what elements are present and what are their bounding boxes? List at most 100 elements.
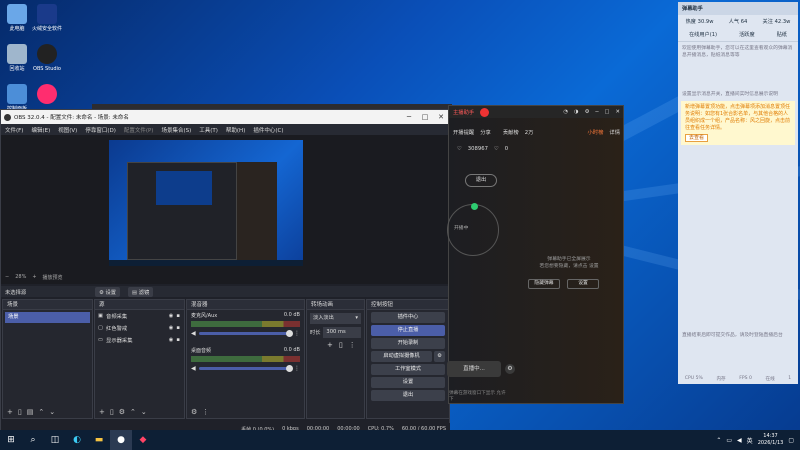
windows-start-icon[interactable]: ⊞ (0, 430, 22, 450)
add-icon[interactable]: + (7, 408, 13, 416)
lock-icon[interactable]: ▪ (176, 337, 180, 343)
menu-docks[interactable]: 停靠窗口(D) (81, 126, 120, 134)
duration-input[interactable]: 300 ms (323, 327, 361, 338)
studio-mode-button[interactable]: 工作室模式 (371, 364, 445, 375)
menu-file[interactable]: 文件(F) (1, 126, 27, 134)
gear-icon[interactable]: ⚙ (191, 408, 197, 416)
filter-icon[interactable]: ▤ (27, 408, 34, 416)
bell-icon[interactable]: ◔ (563, 109, 568, 115)
add-icon[interactable]: + (99, 408, 105, 416)
menu-scene-collection[interactable]: 场景集合(S) (157, 126, 195, 134)
menu-help[interactable]: 帮助(H) (222, 126, 249, 134)
eye-icon[interactable]: ◉ (169, 313, 174, 319)
settings-button[interactable]: 设置 (371, 377, 445, 388)
slider-handle[interactable] (286, 365, 293, 372)
volume-icon[interactable]: ◀ (737, 437, 742, 444)
virtual-camera-button[interactable]: 启动虚拟摄像机 (371, 351, 432, 362)
stop-streaming-button[interactable]: 停止直播 (371, 325, 445, 336)
task-view-icon[interactable]: ◫ (44, 430, 66, 450)
lock-icon[interactable]: ▪ (176, 313, 180, 319)
live-tab[interactable]: 详情 (609, 128, 623, 136)
maximize-icon[interactable]: □ (605, 109, 610, 115)
minimize-icon[interactable]: ─ (595, 109, 598, 115)
slider-handle[interactable] (286, 330, 293, 337)
menu-profile[interactable]: 配置文件(P) (120, 126, 158, 134)
hide-danmaku-button[interactable]: 隐藏弹幕 (528, 279, 560, 289)
filters-button[interactable]: ▤ 滤镜 (128, 286, 154, 297)
live-tab[interactable]: 2万 (525, 128, 534, 136)
tray-chevron-icon[interactable]: ⌃ (716, 437, 721, 444)
live-tab[interactable]: 小时榜 (587, 128, 603, 136)
track-menu-icon[interactable]: ⋮ (294, 330, 300, 337)
live-tab[interactable]: 贡献榜 (503, 128, 519, 136)
live-tab[interactable]: 分享 (480, 128, 491, 136)
panel-tab-activity[interactable]: 活跃度 (739, 31, 755, 38)
plugin-center-button[interactable]: 插件中心 (371, 312, 445, 323)
settings-icon[interactable]: ⚙ (585, 109, 590, 115)
live-tab[interactable]: 开播提醒 (453, 128, 474, 136)
close-icon[interactable]: ✕ (433, 113, 449, 121)
notification-icon[interactable]: ▢ (788, 437, 794, 444)
source-item[interactable]: ▣ 音频采集 ◉ ▪ (95, 310, 184, 322)
disconnect-button[interactable]: 退出 (465, 174, 497, 187)
clock[interactable]: 14:37 2026/1/13 (758, 433, 784, 447)
minimize-icon[interactable]: ─ (401, 113, 417, 121)
panel-tab-online[interactable]: 在线用户(1) (689, 31, 717, 38)
live-app-taskbar-icon[interactable]: ◆ (132, 430, 154, 450)
desktop-icon-control-panel[interactable]: 控制面板 (0, 84, 34, 112)
transition-select[interactable]: 淡入淡出 ▾ (310, 313, 361, 324)
desktop-icon-huorong[interactable]: 火绒安全软件 (30, 4, 64, 32)
track-menu-icon[interactable]: ⋮ (294, 365, 300, 372)
zoom-in-icon[interactable]: + (32, 274, 36, 281)
trash-icon[interactable]: ▯ (110, 408, 114, 416)
gear-icon[interactable]: ⚙ (434, 351, 445, 362)
eye-icon[interactable]: ◉ (169, 325, 174, 331)
volume-slider[interactable] (198, 330, 293, 337)
folder-icon[interactable]: ▬ (88, 430, 110, 450)
search-icon[interactable]: ⌕ (22, 430, 44, 450)
view-link[interactable]: 去查看 (685, 134, 709, 142)
start-live-button[interactable]: 直播中... (447, 361, 501, 377)
volume-slider[interactable] (198, 365, 293, 372)
zoom-out-icon[interactable]: − (5, 274, 9, 281)
menu-edit[interactable]: 编辑(E) (27, 126, 54, 134)
speaker-icon[interactable]: ◀ (191, 365, 196, 372)
edge-icon[interactable]: ◐ (66, 430, 88, 450)
desktop-icon-live-app[interactable] (30, 84, 64, 106)
avatar[interactable] (480, 107, 490, 117)
trash-icon[interactable]: ▯ (18, 408, 22, 416)
network-icon[interactable]: ▭ (726, 437, 732, 444)
up-icon[interactable]: ⌃ (130, 408, 136, 416)
obs-taskbar-icon[interactable]: ● (110, 430, 132, 450)
down-icon[interactable]: ⌄ (49, 408, 55, 416)
up-icon[interactable]: ⌃ (38, 408, 44, 416)
ime-icon[interactable]: 英 (747, 436, 753, 445)
panel-tab-stickers[interactable]: 贴纸 (777, 31, 787, 38)
menu-icon[interactable]: ⋮ (202, 408, 209, 416)
exit-button[interactable]: 退出 (371, 390, 445, 401)
source-item[interactable]: ▭ 显示器采集 ◉ ▪ (95, 334, 184, 346)
start-recording-button[interactable]: 开始录制 (371, 338, 445, 349)
live-tab[interactable]: 主播助手 (453, 108, 474, 116)
menu-plugins[interactable]: 插件中心(C) (249, 126, 287, 134)
gear-icon[interactable]: ⚙ (505, 364, 515, 374)
desktop-icon-this-pc[interactable]: 此电脑 (0, 4, 34, 32)
preview-mode-label[interactable]: 播放预览 (43, 274, 63, 281)
lock-icon[interactable]: ▪ (176, 325, 180, 331)
maximize-icon[interactable]: □ (417, 113, 433, 121)
desktop-icon-recycle-bin[interactable]: 回收站 (0, 44, 34, 72)
menu-icon[interactable]: ⋮ (349, 341, 356, 349)
down-icon[interactable]: ⌄ (141, 408, 147, 416)
gear-icon[interactable]: ⚙ (119, 408, 125, 416)
close-icon[interactable]: ✕ (616, 109, 623, 115)
menu-tools[interactable]: 工具(T) (195, 126, 222, 134)
properties-button[interactable]: ⚙ 设置 (95, 286, 121, 297)
add-icon[interactable]: + (327, 341, 333, 349)
speaker-icon[interactable]: ◀ (191, 330, 196, 337)
headset-icon[interactable]: ◑ (574, 109, 579, 115)
source-item[interactable]: ▢ 红色警戒 ◉ ▪ (95, 322, 184, 334)
live-settings-button[interactable]: 设置 (567, 279, 599, 289)
trash-icon[interactable]: ▯ (339, 341, 343, 349)
preview-area[interactable]: − 28% + 播放预览 (1, 135, 450, 284)
scene-item[interactable]: 场景 (5, 312, 90, 323)
